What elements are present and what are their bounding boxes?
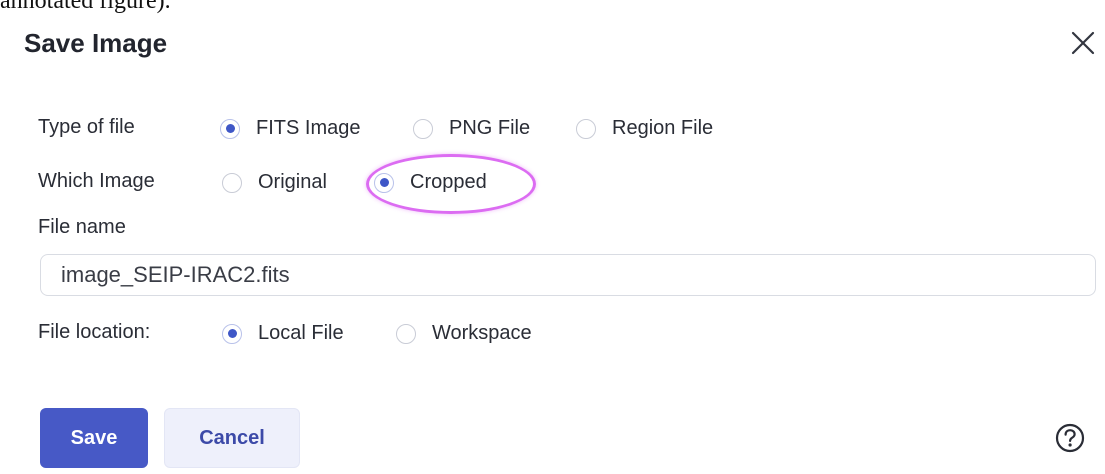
- radio-label: FITS Image: [256, 117, 361, 139]
- file-name-row: File name: [38, 210, 126, 244]
- close-icon[interactable]: [1066, 26, 1100, 60]
- annotation-ellipse: [366, 154, 536, 214]
- type-of-file-row: Type of file: [38, 110, 135, 144]
- cancel-button[interactable]: Cancel: [164, 408, 300, 468]
- radio-button[interactable]: [222, 172, 242, 193]
- type-of-file-label: Type of file: [38, 115, 135, 138]
- radio-local-file[interactable]: Local File: [222, 322, 344, 345]
- radio-label: Original: [258, 171, 327, 193]
- which-image-row: Which Image: [38, 164, 155, 198]
- radio-workspace[interactable]: Workspace: [396, 322, 532, 345]
- radio-label: PNG File: [449, 117, 531, 139]
- radio-button-selected[interactable]: [220, 118, 240, 139]
- which-image-label: Which Image: [38, 169, 155, 192]
- file-location-row: File location:: [38, 315, 150, 349]
- dialog-title: Save Image: [24, 28, 168, 58]
- radio-button-selected[interactable]: [222, 323, 242, 344]
- radio-region-file[interactable]: Region File: [576, 117, 713, 140]
- radio-label: Workspace: [432, 322, 532, 344]
- radio-original[interactable]: Original: [222, 171, 327, 194]
- help-icon[interactable]: [1053, 421, 1087, 455]
- file-name-input[interactable]: [40, 254, 1096, 296]
- save-image-dialog: Save Image Type of file FITS Image PNG F…: [0, 12, 1105, 474]
- radio-label: Region File: [612, 117, 714, 139]
- radio-png-file[interactable]: PNG File: [413, 117, 530, 140]
- file-location-label: File location:: [38, 320, 151, 343]
- screenshot: annotated figure). Save Image Type of fi…: [0, 0, 1105, 474]
- save-button[interactable]: Save: [40, 408, 148, 468]
- radio-label: Local File: [258, 322, 344, 344]
- radio-button[interactable]: [576, 118, 596, 139]
- radio-fits-image[interactable]: FITS Image: [220, 117, 360, 140]
- file-name-label: File name: [38, 215, 126, 238]
- radio-button[interactable]: [396, 323, 416, 344]
- radio-button[interactable]: [413, 118, 433, 139]
